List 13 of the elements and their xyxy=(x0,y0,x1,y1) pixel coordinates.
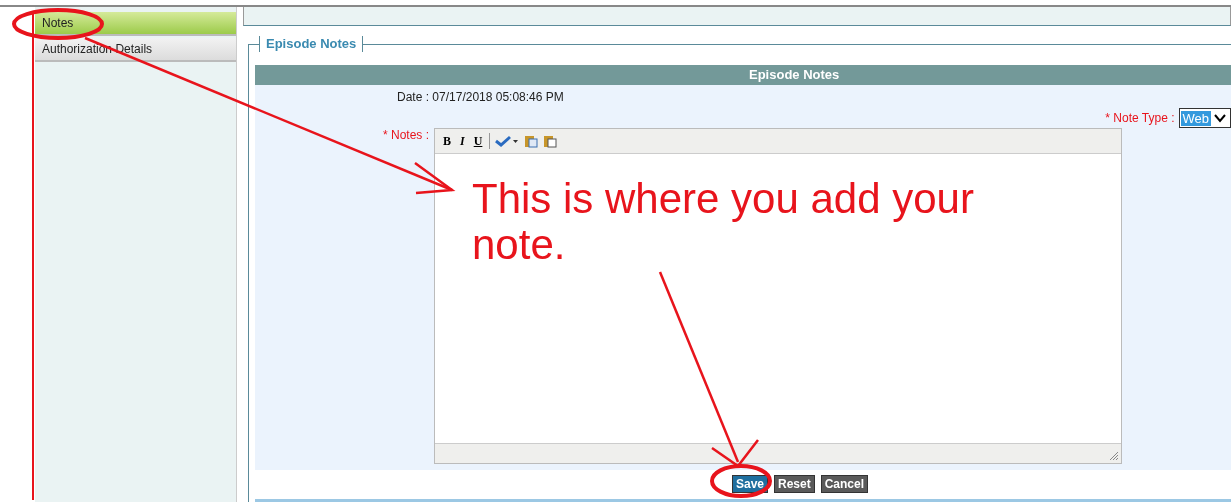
sidebar-item[interactable]: Notes xyxy=(35,12,236,36)
date-text: Date : 07/17/2018 05:08:46 PM xyxy=(397,90,564,104)
fieldset-legend: Episode Notes xyxy=(259,36,364,52)
annotation-text: This is where you add your note. xyxy=(472,176,975,268)
form-button[interactable]: Reset xyxy=(774,475,815,493)
bold-button[interactable]: B xyxy=(441,133,453,149)
section-header: Episode Notes xyxy=(255,65,1231,85)
underline-button[interactable]: U xyxy=(471,133,485,149)
form-button[interactable]: Cancel xyxy=(820,475,869,493)
note-type-label: * Note Type : xyxy=(1105,111,1175,125)
italic-button[interactable]: I xyxy=(458,133,467,149)
save-button[interactable]: Save xyxy=(731,475,768,493)
notes-label: * Notes : xyxy=(381,128,430,142)
